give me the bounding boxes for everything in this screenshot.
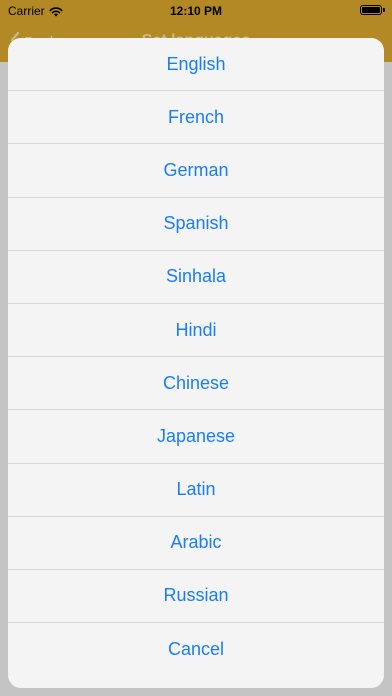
option-japanese[interactable]: Japanese (8, 410, 384, 464)
option-german[interactable]: German (8, 144, 384, 198)
option-latin[interactable]: Latin (8, 463, 384, 517)
option-russian[interactable]: Russian (8, 569, 384, 624)
option-spanish[interactable]: Spanish (8, 197, 384, 251)
option-chinese[interactable]: Chinese (8, 357, 384, 411)
option-english[interactable]: English (8, 38, 384, 92)
option-french[interactable]: French (8, 91, 384, 145)
option-arabic[interactable]: Arabic (8, 516, 384, 570)
option-sinhala[interactable]: Sinhala (8, 250, 384, 304)
language-action-sheet: English French German Spanish Sinhala Hi… (8, 38, 384, 688)
option-hindi[interactable]: Hindi (8, 303, 384, 358)
cancel-button[interactable]: Cancel (8, 623, 384, 677)
